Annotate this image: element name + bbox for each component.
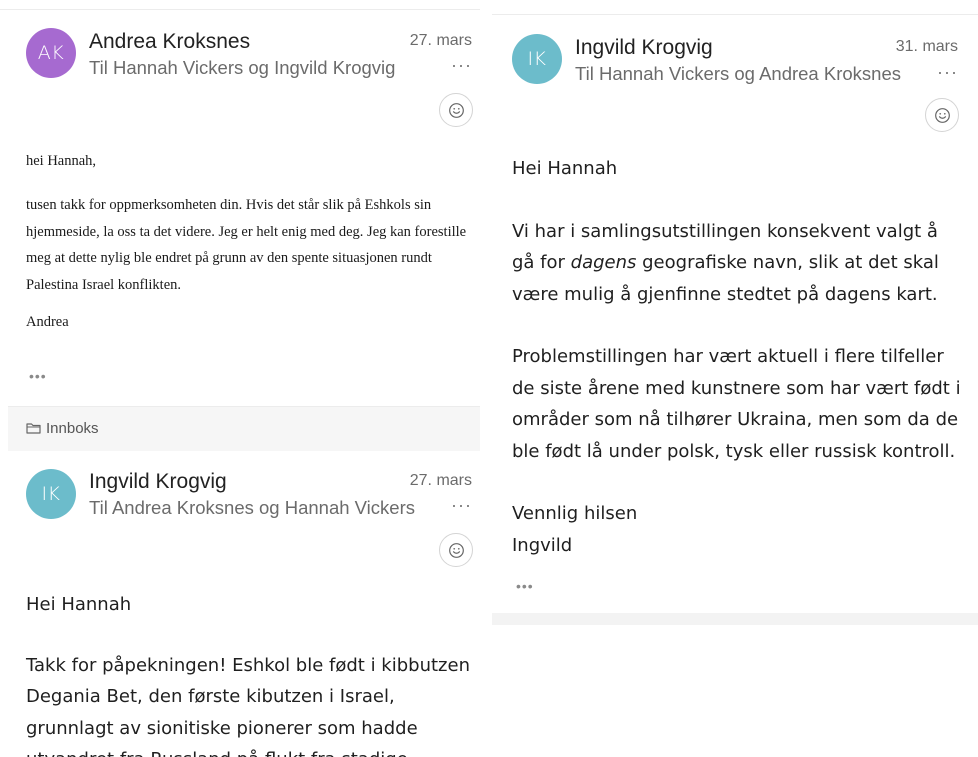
folder-label-bar[interactable]: Innboks (8, 406, 480, 451)
body-paragraph: tusen takk for oppmerksomheten din. Hvis… (26, 197, 467, 293)
body-paragraph: Hei Hannah (26, 594, 132, 615)
folder-icon (26, 423, 41, 434)
body-paragraph: Vi har i samlingsutstillingen konsekvent… (512, 216, 964, 311)
right-email-thread: IK Ingvild Krogvig Til Hannah Vickers og… (492, 0, 978, 757)
show-quoted-text-button[interactable]: ••• (29, 368, 47, 384)
message-date: 31. mars (895, 38, 958, 55)
column-gap (480, 0, 492, 757)
recipients: Til Andrea Kroksnes og Hannah Vickers (89, 497, 415, 518)
sender-name: Ingvild Krogvig (89, 470, 227, 493)
message-body: Hei Hannah Takk for påpekningen! Eshkol … (26, 589, 471, 757)
add-reaction-button[interactable] (439, 533, 473, 567)
thread-end-bar (492, 613, 978, 625)
divider (492, 14, 978, 15)
sender-name: Andrea Kroksnes (89, 30, 251, 53)
message-date: 27. mars (409, 32, 472, 49)
avatar[interactable]: AK (26, 28, 76, 78)
smiley-icon (448, 542, 464, 558)
more-options-button[interactable]: ··· (451, 55, 472, 76)
body-paragraph: Takk for påpekningen! Eshkol ble født i … (26, 654, 470, 757)
folder-label: Innboks (46, 420, 99, 437)
show-quoted-text-button[interactable]: ••• (516, 578, 534, 594)
avatar[interactable]: IK (512, 34, 562, 84)
sender-name: Ingvild Krogvig (575, 36, 713, 59)
message-body: hei Hannah, tusen takk for oppmerksomhet… (26, 153, 471, 331)
divider (0, 9, 480, 10)
body-paragraph: hei Hannah, (26, 153, 97, 169)
message-body: Hei Hannah Vi har i samlingsutstillingen… (512, 153, 964, 561)
emphasized-word: dagens (570, 252, 637, 273)
smiley-icon (934, 107, 950, 123)
signature: Ingvild (512, 534, 573, 556)
message-date: 27. mars (409, 472, 472, 489)
add-reaction-button[interactable] (439, 93, 473, 127)
smiley-icon (448, 102, 464, 118)
add-reaction-button[interactable] (925, 98, 959, 132)
left-email-thread: AK Andrea Kroksnes Til Hannah Vickers og… (0, 0, 480, 757)
more-options-button[interactable]: ··· (937, 62, 958, 83)
body-paragraph: Problemstillingen har vært aktuell i fle… (512, 346, 961, 462)
body-paragraph: Andrea (26, 314, 69, 330)
recipients: Til Hannah Vickers og Andrea Kroksnes (575, 63, 901, 84)
greeting: Hei Hannah (512, 158, 618, 179)
avatar[interactable]: IK (26, 469, 76, 519)
more-options-button[interactable]: ··· (451, 495, 472, 516)
recipients: Til Hannah Vickers og Ingvild Krogvig (89, 57, 396, 78)
closing: Vennlig hilsen (512, 503, 638, 524)
